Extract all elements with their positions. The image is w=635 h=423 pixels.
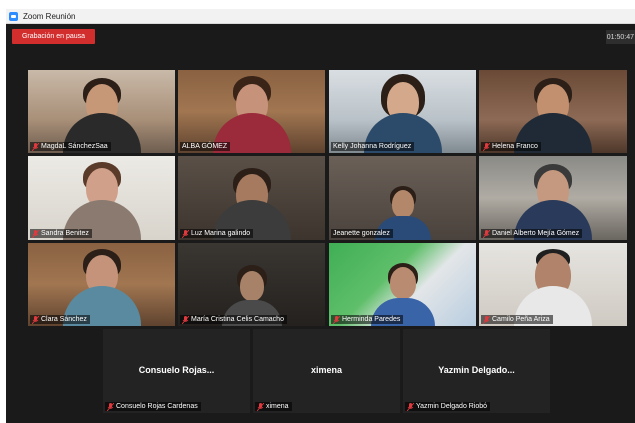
mic-muted-icon — [182, 315, 189, 324]
participant-name-label: Luz Marina galindo — [180, 229, 254, 238]
participant-display-name: Consuelo Rojas... — [138, 365, 215, 375]
zoom-window: Zoom Reunión Grabación en pausa 01:50:47… — [6, 9, 635, 423]
participant-name-label: Helena Franco — [481, 142, 541, 151]
mic-muted-icon — [407, 402, 414, 411]
participant-name-label: María Cristina Celis Camacho — [180, 315, 287, 324]
participant-name-label: Clara Sánchez — [30, 315, 90, 324]
title-bar: Zoom Reunión — [6, 9, 635, 24]
video-tile-12[interactable]: Camilo Peña Ariza — [479, 243, 627, 326]
participant-display-name: Yazmin Delgado... — [438, 365, 515, 375]
participant-name-label: Kelly Johanna Rodríguez — [331, 142, 415, 151]
mic-muted-icon — [483, 315, 490, 324]
window-title: Zoom Reunión — [23, 11, 76, 21]
mic-muted-icon — [107, 402, 114, 411]
mic-muted-icon — [182, 229, 189, 238]
mic-muted-icon — [32, 315, 39, 324]
video-tile-7-active-speaker[interactable]: Jeanette gonzalez — [329, 156, 476, 240]
participant-name-label: Daniel Alberto Mejía Gómez — [481, 229, 583, 238]
video-tile-10[interactable]: María Cristina Celis Camacho — [178, 243, 325, 326]
video-tile-4[interactable]: Helena Franco — [479, 70, 627, 153]
video-tile-8[interactable]: Daniel Alberto Mejía Gómez — [479, 156, 627, 240]
participant-name-label: ximena — [255, 402, 292, 411]
mic-muted-icon — [483, 229, 490, 238]
participant-name-label: Yazmin Delgado Riobó — [405, 402, 491, 411]
video-off-tile-15[interactable]: Yazmin Delgado... Yazmin Delgado Riobó — [403, 329, 550, 413]
mic-muted-icon — [333, 315, 340, 324]
zoom-camera-icon — [9, 11, 18, 21]
video-tile-1[interactable]: MagdaL SánchezSaa — [28, 70, 175, 153]
video-tile-3[interactable]: Kelly Johanna Rodríguez — [329, 70, 476, 153]
participant-name-label: Herminda Paredes — [331, 315, 404, 324]
mic-muted-icon — [32, 229, 39, 238]
recording-status-button[interactable]: Grabación en pausa — [12, 29, 95, 44]
participant-name-label: MagdaL SánchezSaa — [30, 142, 111, 151]
participant-name-label: Camilo Peña Ariza — [481, 315, 553, 324]
video-tile-5[interactable]: Sandra Benitez — [28, 156, 175, 240]
video-tile-6[interactable]: Luz Marina galindo — [178, 156, 325, 240]
video-off-tile-13[interactable]: Consuelo Rojas... Consuelo Rojas Cardena… — [103, 329, 250, 413]
participant-name-label: Jeanette gonzalez — [331, 229, 393, 238]
mic-muted-icon — [32, 142, 39, 151]
video-off-tile-14[interactable]: ximena ximena — [253, 329, 400, 413]
mic-muted-icon — [257, 402, 264, 411]
participant-display-name: ximena — [310, 365, 343, 375]
video-tile-2[interactable]: ALBA GÓMEZ — [178, 70, 325, 153]
video-tile-11[interactable]: Herminda Paredes — [329, 243, 476, 326]
participant-name-label: Consuelo Rojas Cardenas — [105, 402, 201, 411]
mic-muted-icon — [483, 142, 490, 151]
meeting-timer: 01:50:47 — [606, 30, 635, 44]
participant-name-label: ALBA GÓMEZ — [180, 142, 231, 151]
video-tile-9[interactable]: Clara Sánchez — [28, 243, 175, 326]
participant-name-label: Sandra Benitez — [30, 229, 92, 238]
